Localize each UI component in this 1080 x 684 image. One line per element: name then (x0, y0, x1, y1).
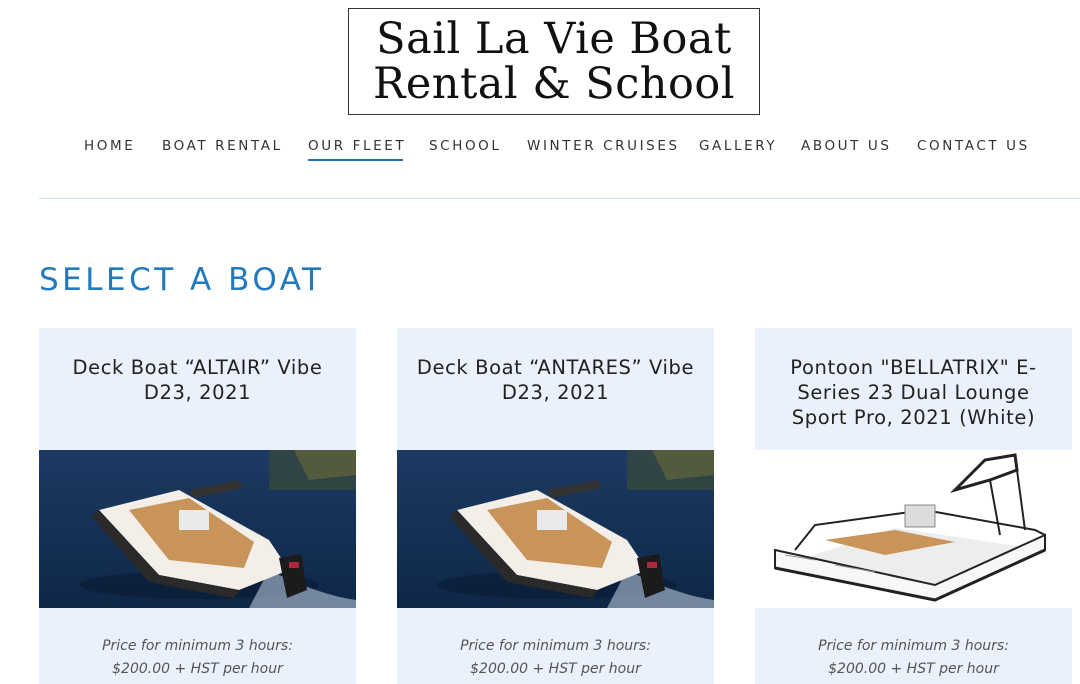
boat-card-bellatrix[interactable]: Pontoon "BELLATRIX" E-Series 23 Dual Lou… (755, 328, 1072, 684)
price-line-1: Price for minimum 3 hours: (102, 638, 293, 654)
boat-card-title[interactable]: Pontoon "BELLATRIX" E-Series 23 Dual Lou… (769, 355, 1058, 430)
nav-item-school[interactable]: SCHOOL (429, 138, 502, 162)
logo-line-1: Sail La Vie Boat (376, 13, 732, 64)
nav-item-about-us[interactable]: ABOUT US (801, 138, 892, 162)
nav-item-boat-rental[interactable]: BOAT RENTAL (162, 138, 283, 162)
boat-card-altair[interactable]: Deck Boat “ALTAIR” Vibe D23, 2021 Price (39, 328, 356, 684)
price-line-2: $200.00 + HST per hour (112, 661, 283, 677)
page-title: SELECT A BOAT (39, 262, 325, 298)
boat-card-title[interactable]: Deck Boat “ANTARES” Vibe D23, 2021 (411, 355, 700, 405)
nav-item-home[interactable]: HOME (84, 138, 135, 162)
boat-card-price: Price for minimum 3 hours: $200.00 + HST… (397, 635, 714, 681)
nav-item-contact-us[interactable]: CONTACT US (917, 138, 1030, 162)
nav-item-winter-cruises[interactable]: WINTER CRUISES (527, 138, 680, 162)
nav-item-our-fleet[interactable]: OUR FLEET (308, 138, 406, 162)
site-logo[interactable]: Sail La Vie Boat Rental & School (348, 8, 760, 115)
boat-card-price: Price for minimum 3 hours: $200.00 + HST… (39, 635, 356, 681)
price-line-1: Price for minimum 3 hours: (818, 638, 1009, 654)
pontoon-boat-photo-icon[interactable] (755, 450, 1072, 608)
boat-card-antares[interactable]: Deck Boat “ANTARES” Vibe D23, 2021 Price… (397, 328, 714, 684)
price-line-2: $200.00 + HST per hour (828, 661, 999, 677)
header-divider (39, 198, 1080, 199)
deck-boat-photo-icon[interactable] (39, 450, 356, 608)
main-nav: HOME BOAT RENTAL OUR FLEET SCHOOL WINTER… (0, 138, 1080, 168)
nav-item-gallery[interactable]: GALLERY (699, 138, 777, 162)
boat-card-title[interactable]: Deck Boat “ALTAIR” Vibe D23, 2021 (53, 355, 342, 405)
logo-line-2: Rental & School (372, 58, 736, 109)
price-line-2: $200.00 + HST per hour (470, 661, 641, 677)
price-line-1: Price for minimum 3 hours: (460, 638, 651, 654)
deck-boat-photo-icon[interactable] (397, 450, 714, 608)
boat-card-price: Price for minimum 3 hours: $200.00 + HST… (755, 635, 1072, 681)
